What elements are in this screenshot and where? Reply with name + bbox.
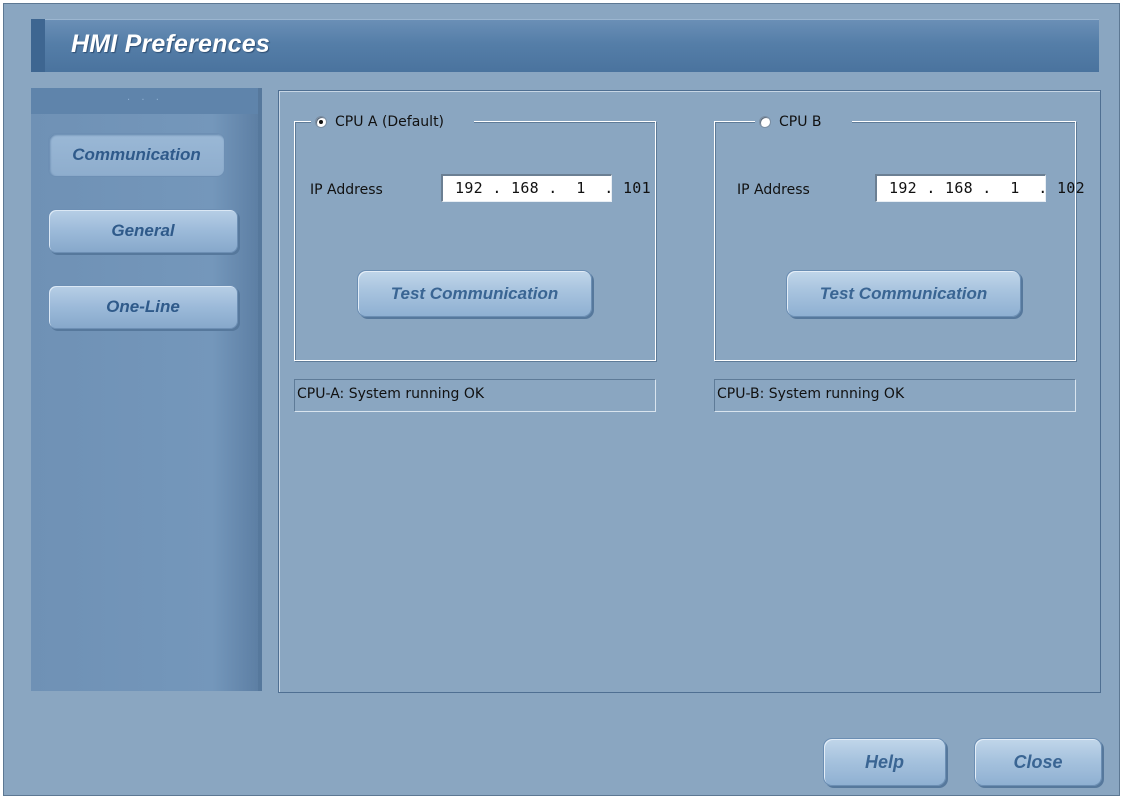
cpu-b-test-communication-button[interactable]: Test Communication [786,270,1021,317]
radio-checked-icon [315,116,327,128]
cpu-a-label: CPU A (Default) [335,114,445,130]
close-button[interactable]: Close [974,738,1102,786]
cpu-a-ip-label: IP Address [310,182,383,198]
cpu-b-ip-label: IP Address [737,182,810,198]
sidebar: · · · Communication General One-Line [31,88,262,691]
grip-dots-icon: · · · [127,95,163,106]
preferences-window: HMI Preferences · · · Communication Gene… [3,3,1120,796]
sidebar-item-general[interactable]: General [48,209,238,253]
cpu-a-radio[interactable]: CPU A (Default) [311,112,475,132]
cpu-b-ip-input[interactable]: 192 . 168 . 1 . 102 [875,174,1085,202]
cpu-a-ip-input[interactable]: 192 . 168 . 1 . 101 [441,174,651,202]
cpu-b-label: CPU B [779,114,822,130]
cpu-a-status: CPU-A: System running OK [294,379,656,412]
cpu-b-groupbox: CPU B IP Address 192 . 168 . 1 . 102 Tes… [714,112,1085,361]
communication-panel: CPU A (Default) IP Address 192 . 168 . 1… [278,90,1101,693]
cpu-b-status: CPU-B: System running OK [714,379,1076,412]
sidebar-item-communication[interactable]: Communication [48,133,225,177]
sidebar-header: · · · [31,88,258,114]
title-accent [31,19,45,72]
radio-unchecked-icon [759,116,771,128]
cpu-b-radio[interactable]: CPU B [755,112,852,132]
cpu-a-groupbox: CPU A (Default) IP Address 192 . 168 . 1… [294,112,656,361]
window-title: HMI Preferences [71,30,270,58]
cpu-a-test-communication-button[interactable]: Test Communication [357,270,592,317]
sidebar-item-one-line[interactable]: One-Line [48,285,238,329]
help-button[interactable]: Help [823,738,946,786]
